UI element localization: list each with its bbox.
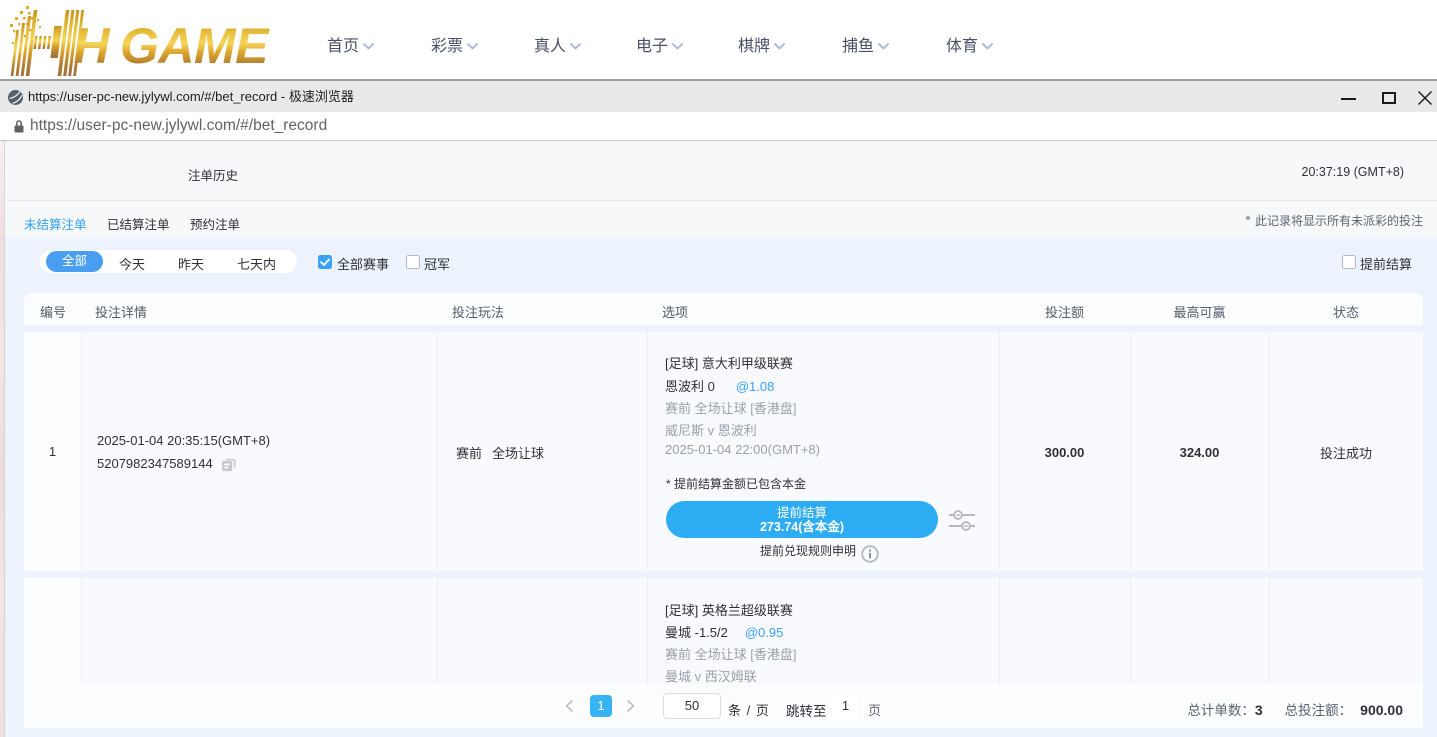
svg-text:H: H xyxy=(74,18,111,74)
svg-text:GAME: GAME xyxy=(120,18,270,74)
